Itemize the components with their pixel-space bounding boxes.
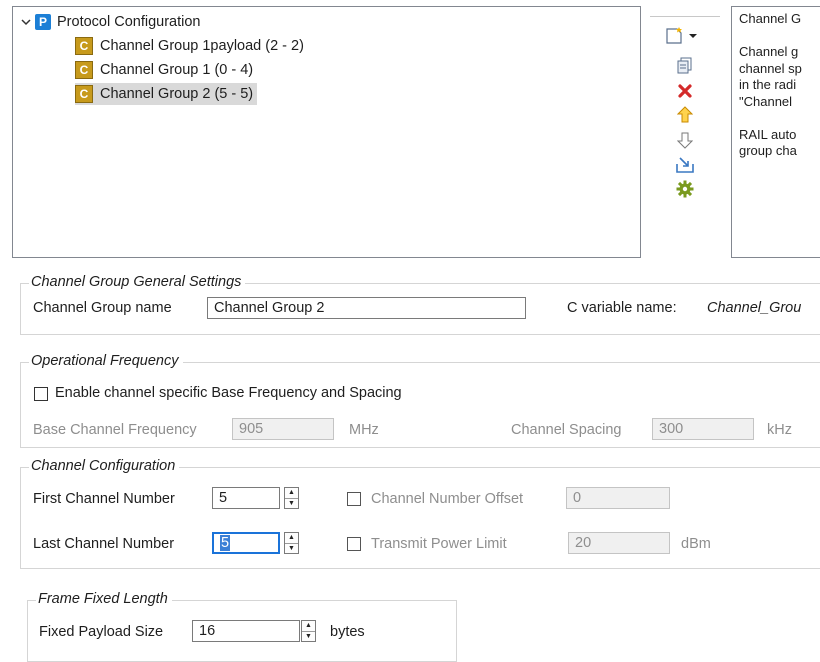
new-item-dropdown-icon: [666, 27, 697, 44]
protocol-icon: P: [35, 14, 51, 30]
base-frequency-unit: MHz: [349, 422, 379, 438]
description-panel: Channel G Channel g channel sp in the ra…: [731, 6, 820, 258]
group-title: Channel Group General Settings: [29, 274, 246, 290]
operational-frequency-group: Operational Frequency Enable channel spe…: [20, 353, 820, 448]
base-frequency-label: Base Channel Frequency: [33, 422, 197, 438]
move-up-icon: [677, 106, 693, 123]
delete-icon: [678, 84, 692, 98]
settings-button[interactable]: [671, 178, 699, 200]
general-settings-group: Channel Group General Settings Channel G…: [20, 274, 820, 335]
fixed-payload-size-unit: bytes: [330, 624, 365, 640]
stepper-up-icon[interactable]: ▲: [285, 488, 298, 499]
description-line: in the radi: [739, 77, 797, 92]
chevron-down-icon[interactable]: [17, 17, 35, 27]
copy-icon: [677, 57, 692, 74]
group-title: Frame Fixed Length: [36, 591, 172, 607]
channel-group-name-label: Channel Group name: [33, 300, 172, 316]
stepper-down-icon[interactable]: ▼: [285, 544, 298, 554]
first-channel-input[interactable]: 5: [212, 487, 280, 509]
tree-item-channel-group-1payload[interactable]: C Channel Group 1payload (2 - 2): [75, 35, 304, 57]
channel-spacing-input[interactable]: 300: [652, 418, 754, 440]
stepper-down-icon[interactable]: ▼: [302, 632, 315, 642]
last-channel-stepper[interactable]: ▲ ▼: [284, 532, 299, 554]
new-item-dropdown-button[interactable]: [662, 24, 702, 46]
channel-group-icon: C: [75, 61, 93, 79]
description-line: "Channel: [739, 93, 793, 109]
fixed-payload-size-input[interactable]: 16: [192, 620, 300, 642]
transmit-power-limit-unit: dBm: [681, 536, 711, 552]
last-channel-selected-text: 5: [220, 535, 231, 551]
move-up-button[interactable]: [671, 104, 699, 126]
channel-group-icon: C: [75, 37, 93, 55]
enable-specific-frequency-label: Enable channel specific Base Frequency a…: [55, 385, 402, 401]
last-channel-input[interactable]: 5: [212, 532, 280, 554]
group-title: Operational Frequency: [29, 353, 183, 369]
fixed-payload-size-label: Fixed Payload Size: [39, 624, 164, 640]
description-line: group cha: [739, 143, 797, 158]
first-channel-label: First Channel Number: [33, 491, 175, 507]
toolbar-separator: [650, 16, 720, 17]
description-blank: [739, 110, 820, 127]
tree-item-channel-group-2[interactable]: C Channel Group 2 (5 - 5): [75, 83, 258, 105]
channel-number-offset-input[interactable]: 0: [566, 487, 670, 509]
copy-button[interactable]: [671, 55, 699, 77]
channel-number-offset-label: Channel Number Offset: [371, 491, 524, 507]
transmit-power-limit-checkbox[interactable]: [347, 537, 361, 551]
import-icon: [676, 157, 694, 173]
frame-fixed-length-group: Frame Fixed Length Fixed Payload Size 16…: [27, 591, 457, 662]
c-variable-name-label: C variable name:: [567, 300, 677, 316]
delete-button[interactable]: [671, 80, 699, 102]
channel-spacing-label: Channel Spacing: [511, 422, 622, 438]
fixed-payload-size-stepper[interactable]: ▲ ▼: [301, 620, 316, 642]
tree-item-label: Channel Group 2 (5 - 5): [100, 86, 254, 102]
tree-root-label: Protocol Configuration: [57, 14, 201, 30]
move-down-button[interactable]: [671, 129, 699, 151]
description-line: Channel g: [739, 44, 799, 59]
stepper-down-icon[interactable]: ▼: [285, 499, 298, 509]
stepper-up-icon[interactable]: ▲: [302, 621, 315, 632]
channel-group-icon: C: [75, 85, 93, 103]
first-channel-stepper[interactable]: ▲ ▼: [284, 487, 299, 509]
channel-group-name-input[interactable]: Channel Group 2: [207, 297, 526, 319]
description-line: RAIL auto: [739, 126, 797, 142]
transmit-power-limit-input[interactable]: 20: [568, 532, 670, 554]
description-line: channel sp: [739, 60, 802, 76]
channel-configuration-group: Channel Configuration First Channel Numb…: [20, 458, 820, 569]
description-blank: [739, 28, 820, 45]
protocol-tree[interactable]: P Protocol Configuration C Channel Group…: [12, 6, 641, 258]
tree-item-label: Channel Group 1payload (2 - 2): [100, 38, 304, 54]
base-frequency-input[interactable]: 905: [232, 418, 334, 440]
group-title: Channel Configuration: [29, 458, 180, 474]
tree-item-label: Channel Group 1 (0 - 4): [100, 62, 254, 78]
import-button[interactable]: [671, 154, 699, 176]
tree-root-protocol-configuration[interactable]: P Protocol Configuration: [17, 11, 200, 33]
channel-number-offset-checkbox[interactable]: [347, 492, 361, 506]
move-down-icon: [677, 132, 693, 149]
settings-gear-icon: [676, 180, 694, 198]
tree-item-channel-group-1[interactable]: C Channel Group 1 (0 - 4): [75, 59, 253, 81]
last-channel-label: Last Channel Number: [33, 536, 175, 552]
transmit-power-limit-label: Transmit Power Limit: [371, 536, 507, 552]
stepper-up-icon[interactable]: ▲: [285, 533, 298, 544]
c-variable-name-value: Channel_Grou: [707, 300, 802, 316]
enable-specific-frequency-checkbox[interactable]: [34, 387, 48, 401]
channel-spacing-unit: kHz: [767, 422, 792, 438]
description-line: Channel G: [739, 11, 802, 26]
